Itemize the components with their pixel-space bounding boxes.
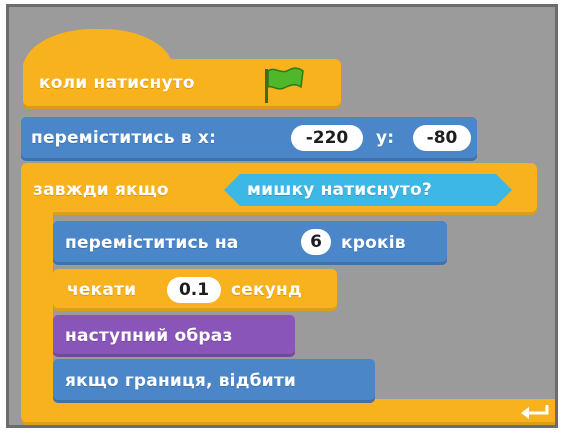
wait-seconds-input[interactable]: 0.1 <box>167 277 221 303</box>
go-to-xy-label: переміститись в x: <box>31 128 217 148</box>
forever-if-label: завжди якщо <box>33 180 169 200</box>
bounce-label: якщо границя, відбити <box>65 371 296 391</box>
go-to-y-label: y: <box>376 128 395 148</box>
move-steps-suffix: кроків <box>341 233 406 253</box>
loop-arrow-icon <box>521 405 549 419</box>
go-to-x-input[interactable]: -220 <box>291 125 363 151</box>
when-flag-clicked-label: коли натиснуто <box>39 73 195 93</box>
go-to-y-input[interactable]: -80 <box>413 125 471 151</box>
move-steps-input[interactable]: 6 <box>301 229 331 255</box>
script-area: коли натиснуто переміститись в x: -220 y… <box>6 4 558 428</box>
mouse-down-label: мишку натиснуто? <box>247 180 432 200</box>
wait-suffix: секунд <box>231 280 302 300</box>
wait-label: чекати <box>67 280 137 300</box>
green-flag-icon <box>265 67 304 103</box>
next-costume-label: наступний образ <box>65 326 233 346</box>
move-steps-label: переміститись на <box>65 233 239 253</box>
forever-if-arm <box>21 207 53 417</box>
script-stack: коли натиснуто переміститись в x: -220 y… <box>9 7 555 425</box>
